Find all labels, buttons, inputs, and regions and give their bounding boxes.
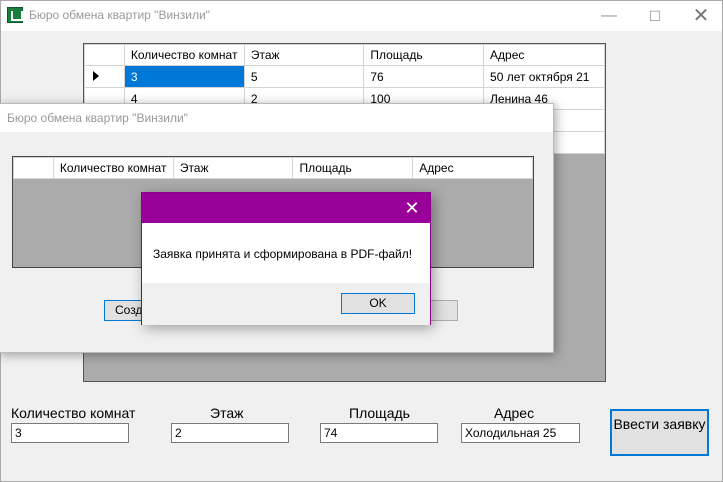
table-cell[interactable]: 5 (243, 65, 365, 88)
message-box: ✕ Заявка принята и сформирована в PDF-фа… (141, 192, 431, 325)
main-titlebar: Бюро обмена квартир "Винзили" — ☐ ✕ (1, 1, 722, 31)
column-header-floor[interactable]: Этаж (172, 157, 294, 179)
ok-button[interactable]: OK (341, 293, 415, 314)
message-box-titlebar: ✕ (142, 193, 430, 223)
column-header-rooms[interactable]: Количество комнат (52, 157, 174, 179)
column-header-area[interactable]: Площадь (292, 157, 414, 179)
table-cell[interactable]: 76 (363, 65, 485, 88)
column-header-address[interactable]: Адрес (483, 44, 605, 66)
close-icon[interactable]: ✕ (402, 198, 422, 218)
grid-header-row: Количество комнат Этаж Площадь Адрес (84, 44, 605, 66)
column-header-floor[interactable]: Этаж (243, 44, 365, 66)
secondary-titlebar: Бюро обмена квартир "Винзили" (0, 104, 553, 132)
app-icon (7, 7, 23, 23)
area-field[interactable]: 74 (320, 423, 438, 443)
row-header[interactable] (84, 65, 125, 88)
rooms-field[interactable]: 3 (11, 423, 129, 443)
maximize-button[interactable]: ☐ (632, 1, 678, 31)
grid-corner-cell (13, 157, 54, 179)
grid-corner-cell (84, 44, 125, 66)
floor-field[interactable]: 2 (171, 423, 289, 443)
table-cell[interactable]: 50 лет октября 21 (483, 65, 605, 88)
message-text: Заявка принята и сформирована в PDF-файл… (153, 247, 413, 261)
area-label: Площадь (349, 405, 410, 421)
column-header-area[interactable]: Площадь (363, 44, 485, 66)
address-label: Адрес (494, 405, 535, 421)
message-box-footer: OK (142, 283, 430, 325)
column-header-address[interactable]: Адрес (412, 157, 533, 179)
main-window-title: Бюро обмена квартир "Винзили" (29, 8, 210, 22)
column-header-rooms[interactable]: Количество комнат (123, 44, 245, 66)
grid-header-row: Количество комнат Этаж Площадь Адрес (13, 157, 533, 179)
submit-request-button[interactable]: Ввести заявку (610, 409, 709, 456)
address-field[interactable]: Холодильная 25 (461, 423, 580, 443)
secondary-window-title: Бюро обмена квартир "Винзили" (7, 111, 188, 125)
minimize-button[interactable]: — (586, 1, 632, 31)
floor-label: Этаж (210, 405, 244, 421)
close-window-button[interactable]: ✕ (678, 1, 723, 31)
rooms-label: Количество комнат (11, 405, 136, 421)
table-row[interactable]: 3 5 76 50 лет октября 21 (84, 65, 605, 88)
current-row-arrow-icon (93, 70, 99, 81)
table-cell[interactable]: 3 (123, 65, 245, 88)
